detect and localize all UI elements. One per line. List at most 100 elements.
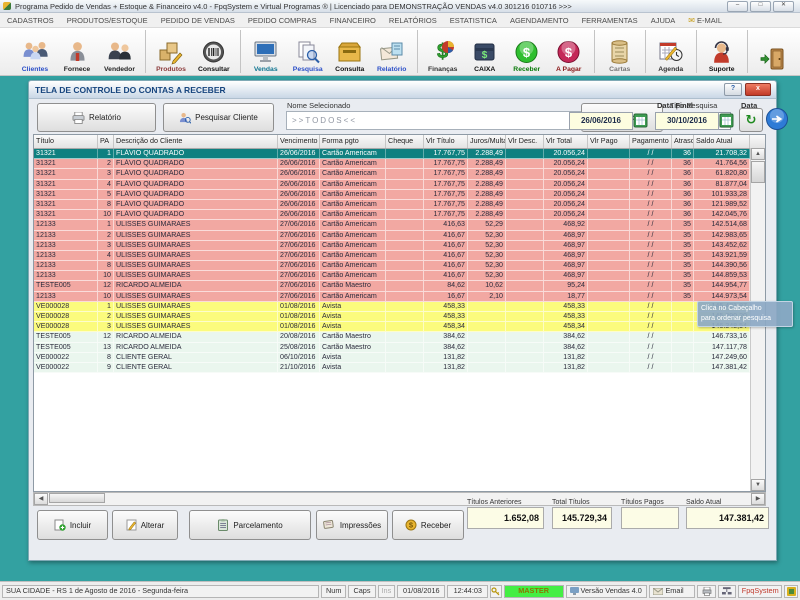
- toolbar-button-vendedor[interactable]: Vendedor: [98, 28, 141, 75]
- toolbar-button-cartas[interactable]: Cartas: [599, 28, 641, 75]
- status-email[interactable]: Email: [649, 585, 694, 598]
- table-row[interactable]: 121332ULISSES GUIMARAES27/06/2016Cartão …: [34, 231, 765, 241]
- start-date-field[interactable]: 26/06/2016: [569, 112, 633, 130]
- cell-forma: Cartão Americam: [320, 190, 386, 199]
- table-row[interactable]: VE0000283ULISSES GUIMARAES01/08/2016Avis…: [34, 322, 765, 332]
- selected-name-input[interactable]: >>TODOS<<: [286, 111, 581, 130]
- menu-item-e-mail[interactable]: ✉E-MAIL: [688, 16, 722, 25]
- close-button[interactable]: ✕: [773, 1, 794, 12]
- toolbar-button-pesquisa[interactable]: Pesquisa: [287, 28, 329, 75]
- toolbar-button-a-pagar[interactable]: $A Pagar: [548, 28, 590, 75]
- toolbar-button-vendas[interactable]: Vendas: [245, 28, 287, 75]
- column-header-pa[interactable]: PA: [98, 135, 114, 148]
- calendar-icon-end[interactable]: [719, 112, 734, 128]
- column-header-atr[interactable]: Atraso: [672, 135, 694, 148]
- installments-button[interactable]: Parcelamento: [189, 510, 311, 540]
- toolbar-button-suporte[interactable]: Suporte: [701, 28, 743, 75]
- table-row[interactable]: TESTE00512RICARDO ALMEIDA27/06/2016Cartã…: [34, 281, 765, 291]
- toolbar-button-relat-rio[interactable]: Relatório: [371, 28, 413, 75]
- toolbar-button-agenda[interactable]: Agenda: [650, 28, 692, 75]
- table-row[interactable]: 121331ULISSES GUIMARAES27/06/2016Cartão …: [34, 220, 765, 230]
- edit-button[interactable]: Alterar: [112, 510, 178, 540]
- table-row[interactable]: 1213310ULISSES GUIMARAES27/06/2016Cartão…: [34, 271, 765, 281]
- status-printer-icon[interactable]: [697, 585, 717, 598]
- table-row[interactable]: VE0000281ULISSES GUIMARAES01/08/2016Avis…: [34, 302, 765, 312]
- scroll-down-icon[interactable]: ▼: [751, 479, 765, 491]
- column-header-jm[interactable]: Juros/Multa: [468, 135, 506, 148]
- table-row[interactable]: 313218FLÁVIO QUADRADO26/06/2016Cartão Am…: [34, 200, 765, 210]
- column-header-cliente[interactable]: Descrição do Cliente: [114, 135, 278, 148]
- column-header-pag[interactable]: Pagamento: [630, 135, 672, 148]
- table-row[interactable]: VE0000228CLIENTE GERAL06/10/2016Avista13…: [34, 353, 765, 363]
- receive-button[interactable]: $ Receber: [392, 510, 464, 540]
- column-header-tot[interactable]: Vlr Total: [544, 135, 588, 148]
- panel-close-button[interactable]: x: [745, 83, 771, 96]
- cell-cheque: [386, 190, 424, 199]
- end-date-field[interactable]: 30/10/2016: [655, 112, 719, 130]
- column-header-vd[interactable]: Vlr Desc.: [506, 135, 544, 148]
- menu-item-ajuda[interactable]: AJUDA: [651, 16, 676, 25]
- table-row[interactable]: TESTE00513RICARDO ALMEIDA25/08/2016Cartã…: [34, 343, 765, 353]
- menu-item-pedido-compras[interactable]: PEDIDO COMPRAS: [248, 16, 317, 25]
- cell-vt: 17.767,75: [424, 190, 468, 199]
- column-header-titulo[interactable]: Título: [34, 135, 98, 148]
- toolbar-button-produtos[interactable]: Produtos: [150, 28, 192, 75]
- summary-total-value: 145.729,34: [552, 507, 612, 529]
- table-row[interactable]: 313212FLÁVIO QUADRADO26/06/2016Cartão Am…: [34, 159, 765, 169]
- cell-pa: 4: [98, 251, 114, 260]
- cell-saldo: 142.045,76: [694, 210, 750, 219]
- table-row[interactable]: VE0000282ULISSES GUIMARAES01/08/2016Avis…: [34, 312, 765, 322]
- menu-item-financeiro[interactable]: FINANCEIRO: [330, 16, 376, 25]
- report-button[interactable]: Relatório: [37, 103, 156, 132]
- cell-jm: [468, 363, 506, 372]
- table-row[interactable]: 121333ULISSES GUIMARAES27/06/2016Cartão …: [34, 241, 765, 251]
- menu-item-pedido-de-vendas[interactable]: PEDIDO DE VENDAS: [161, 16, 235, 25]
- table-row[interactable]: 121334ULISSES GUIMARAES27/06/2016Cartão …: [34, 251, 765, 261]
- horizontal-scroll-thumb[interactable]: [49, 493, 105, 503]
- toolbar-button-caixa[interactable]: $CAIXA: [464, 28, 506, 75]
- menu-item-relat-rios[interactable]: RELATÓRIOS: [389, 16, 437, 25]
- column-header-vp[interactable]: Vlr Pago: [588, 135, 630, 148]
- column-header-vt[interactable]: Vlr Título: [424, 135, 468, 148]
- menu-item-cadastros[interactable]: CADASTROS: [7, 16, 54, 25]
- print-button[interactable]: Impressões: [316, 510, 388, 540]
- toolbar-button-fornece[interactable]: Fornece: [56, 28, 98, 75]
- search-client-button[interactable]: Pesquisar Cliente: [163, 103, 274, 132]
- include-button[interactable]: Incluir: [37, 510, 108, 540]
- cell-cheque: [386, 200, 424, 209]
- status-network-icon[interactable]: [718, 585, 736, 598]
- table-row[interactable]: 3132110FLÁVIO QUADRADO26/06/2016Cartão A…: [34, 210, 765, 220]
- toolbar-button-receber[interactable]: $Receber: [506, 28, 548, 75]
- toolbar-button-consultar[interactable]: Consultar: [192, 28, 236, 75]
- table-row[interactable]: 313211FLÁVIO QUADRADO26/06/2016Cartão Am…: [34, 149, 765, 159]
- go-arrow-button[interactable]: [765, 107, 789, 131]
- status-brand[interactable]: FpqSystem: [738, 585, 782, 598]
- toolbar-button-consulta[interactable]: Consulta: [329, 28, 371, 75]
- table-row[interactable]: 121338ULISSES GUIMARAES27/06/2016Cartão …: [34, 261, 765, 271]
- refresh-button[interactable]: ↻: [739, 108, 763, 132]
- table-row[interactable]: TESTE00512RICARDO ALMEIDA20/08/2016Cartã…: [34, 332, 765, 342]
- column-header-cheque[interactable]: Cheque: [386, 135, 424, 148]
- toolbar-button-exit[interactable]: [752, 28, 794, 75]
- minimize-button[interactable]: –: [727, 1, 748, 12]
- calendar-icon-start[interactable]: [633, 112, 648, 128]
- table-row[interactable]: 313214FLÁVIO QUADRADO26/06/2016Cartão Am…: [34, 180, 765, 190]
- table-row[interactable]: 313213FLÁVIO QUADRADO26/06/2016Cartão Am…: [34, 169, 765, 179]
- column-header-venc[interactable]: Vencimento: [278, 135, 320, 148]
- table-row[interactable]: 1213310ULISSES GUIMARAES27/06/2016Cartão…: [34, 292, 765, 302]
- column-header-saldo[interactable]: Saldo Atual: [694, 135, 750, 148]
- restore-button[interactable]: □: [750, 1, 771, 12]
- column-header-forma[interactable]: Forma pgto: [320, 135, 386, 148]
- help-button[interactable]: ?: [724, 83, 742, 96]
- toolbar-button-finan-as[interactable]: $Finanças: [422, 28, 464, 75]
- table-row[interactable]: VE0000229CLIENTE GERAL21/10/2016Avista13…: [34, 363, 765, 373]
- menu-item-agendamento[interactable]: AGENDAMENTO: [510, 16, 569, 25]
- table-row[interactable]: 313215FLÁVIO QUADRADO26/06/2016Cartão Am…: [34, 190, 765, 200]
- scroll-up-icon[interactable]: ▲: [751, 148, 765, 160]
- vertical-scroll-thumb[interactable]: [751, 161, 765, 183]
- menu-item-estatistica[interactable]: ESTATISTICA: [450, 16, 497, 25]
- toolbar-button-clientes[interactable]: Clientes: [14, 28, 56, 75]
- menu-item-produtos-estoque[interactable]: PRODUTOS/ESTOQUE: [67, 16, 148, 25]
- menu-item-ferramentas[interactable]: FERRAMENTAS: [582, 16, 638, 25]
- scroll-left-icon[interactable]: ◀: [34, 493, 48, 505]
